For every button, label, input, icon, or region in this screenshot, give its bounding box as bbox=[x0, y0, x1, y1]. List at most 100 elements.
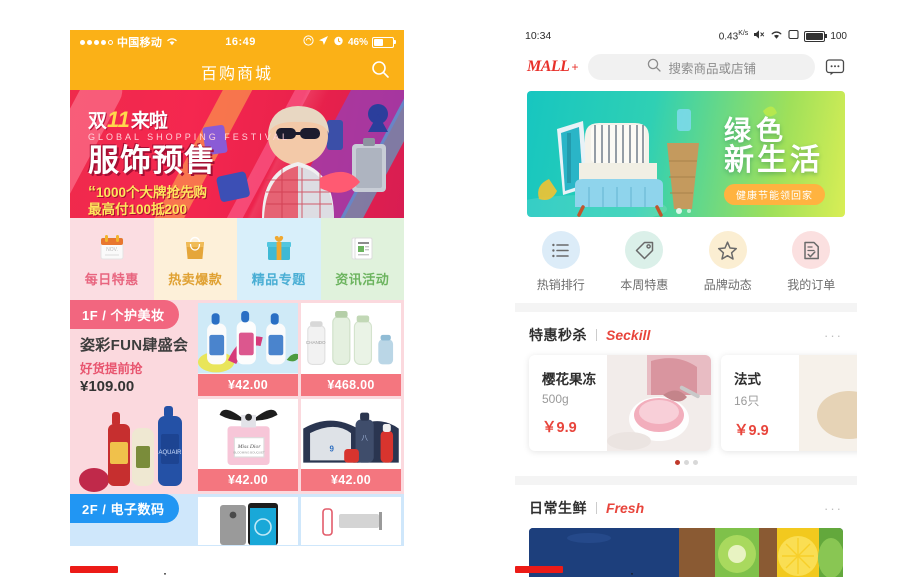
status-icons-group: 0.43K/s 100 bbox=[719, 29, 847, 43]
rotation-lock-icon bbox=[303, 35, 314, 49]
category-label: 精品专题 bbox=[251, 271, 306, 287]
product-price: ¥42.00 bbox=[301, 469, 401, 491]
left-phone-screen: 中国移动 16:49 46% 百购商城 双 11 来啦 GLOBAL SHOPP… bbox=[70, 30, 404, 577]
banner-line-2: 新生活 bbox=[724, 144, 823, 178]
promo-line-2: 最高付100抵200 bbox=[88, 202, 188, 218]
product-card-info: 法式 16只 ￥9.9 bbox=[721, 355, 799, 451]
shopping-bag-icon bbox=[186, 236, 205, 259]
banner-promo-text: “1000个大牌抢先购 最高付100抵200 GO ” bbox=[88, 184, 290, 218]
promo-banner[interactable]: 绿色 新生活 健康节能领回家 bbox=[527, 91, 845, 217]
section-title-divider bbox=[596, 502, 597, 514]
banner-badge-cn2: 来啦 bbox=[130, 111, 168, 132]
floor-2-tag: 2F / 电子数码 bbox=[70, 494, 179, 523]
svg-text:BLOOMING BOUQUET: BLOOMING BOUQUET bbox=[234, 450, 265, 454]
gift-icon bbox=[266, 235, 291, 260]
svg-text:9: 9 bbox=[329, 444, 334, 453]
product-cell[interactable] bbox=[301, 497, 401, 545]
product-cell[interactable] bbox=[198, 497, 298, 545]
banner-headline: 服饰预售 bbox=[88, 143, 216, 178]
category-label: 资讯活动 bbox=[335, 271, 390, 287]
carrier-label: 中国移动 bbox=[117, 37, 163, 49]
quicknav-label: 本周特惠 bbox=[620, 278, 669, 292]
star-icon bbox=[708, 231, 747, 269]
svg-text:八: 八 bbox=[361, 434, 368, 441]
logo-plus: + bbox=[571, 60, 579, 74]
quicknav-item-my-orders[interactable]: 我的订单 bbox=[770, 231, 854, 293]
product-card[interactable]: 樱花果冻 500g ￥9.9 bbox=[529, 355, 711, 451]
section-divider bbox=[515, 303, 857, 312]
product-image: 9 八 bbox=[301, 398, 401, 469]
category-tile-featured[interactable]: 精品专题 bbox=[237, 218, 321, 300]
floor-1-product-grid: ¥42.00 CHANDO ¥468.00 Miss Dior BLOOMING… bbox=[198, 300, 404, 494]
android-status-bar: 10:34 0.43K/s 100 bbox=[515, 25, 857, 47]
carousel-dot[interactable] bbox=[683, 460, 689, 465]
promo-line-1: 1000个大牌抢先购 bbox=[96, 184, 208, 200]
quicknav-label: 热销排行 bbox=[536, 278, 585, 292]
svg-text:Miss Dior: Miss Dior bbox=[237, 443, 262, 449]
product-cell[interactable]: CHANDO ¥468.00 bbox=[301, 303, 401, 396]
banner-line-1: 绿色 bbox=[724, 116, 788, 146]
quicknav-item-ranking[interactable]: 热销排行 bbox=[519, 231, 603, 293]
floor-2-product-grid bbox=[198, 494, 404, 546]
search-input[interactable]: 搜索商品或店铺 bbox=[588, 54, 815, 80]
product-image bbox=[220, 503, 278, 545]
alarm-icon bbox=[333, 35, 344, 49]
right-phone-screen: 10:34 0.43K/s 100 MALL + 搜索商品或店铺 绿色 新生活 … bbox=[515, 25, 857, 577]
location-arrow-icon bbox=[318, 35, 329, 49]
product-image bbox=[799, 355, 857, 451]
section-title-en: Fresh bbox=[606, 500, 645, 516]
list-ranking-icon bbox=[541, 231, 580, 269]
product-image bbox=[607, 355, 711, 451]
wifi-icon bbox=[166, 36, 178, 49]
quicknav-item-brand-news[interactable]: 品牌动态 bbox=[686, 231, 770, 293]
quicknav-label: 我的订单 bbox=[787, 278, 836, 292]
product-spec: 16只 bbox=[734, 394, 760, 408]
product-image: CHANDO bbox=[301, 303, 401, 374]
carousel-dot-active[interactable] bbox=[674, 460, 680, 465]
ios-status-bar: 中国移动 16:49 46% bbox=[70, 30, 404, 54]
caption-text-left: 、 、 . ：， 、 ， bbox=[128, 571, 207, 577]
banner-badge-subtitle: GLOBAL SHOPPING FESTIVAL bbox=[88, 132, 291, 142]
carousel-dot[interactable] bbox=[692, 460, 698, 465]
svg-text:NOV.: NOV. bbox=[106, 247, 118, 253]
section-more-button[interactable]: ··· bbox=[824, 328, 843, 343]
floor-1-promo[interactable]: 姿彩FUN肆盛会 好货提前抢 ¥109.00 AQUAIR bbox=[70, 300, 198, 494]
floor-section-1: 1F / 个护美妆 姿彩FUN肆盛会 好货提前抢 ¥109.00 AQUAIR bbox=[70, 300, 404, 494]
search-icon[interactable] bbox=[371, 60, 390, 84]
category-tile-news[interactable]: 资讯活动 bbox=[320, 218, 404, 300]
product-image bbox=[322, 508, 382, 536]
product-price: ¥42.00 bbox=[198, 373, 298, 396]
battery-icon bbox=[804, 30, 828, 42]
product-name: 法式 bbox=[734, 372, 761, 387]
section-more-button[interactable]: ··· bbox=[824, 501, 843, 516]
carousel-dots[interactable] bbox=[515, 451, 857, 465]
product-card[interactable]: 法式 16只 ￥9.9 bbox=[721, 355, 857, 451]
category-tiles: NOV. 每日特惠 热卖爆款 精品专题 资讯活动 bbox=[70, 218, 404, 300]
category-tile-hot-sale[interactable]: 热卖爆款 bbox=[153, 218, 237, 300]
product-cell[interactable]: ¥42.00 bbox=[198, 303, 298, 396]
product-image: Miss Dior BLOOMING BOUQUET bbox=[198, 398, 298, 469]
floor-1-subtitle: 好货提前抢 bbox=[80, 362, 143, 376]
calendar-icon: NOV. bbox=[100, 234, 124, 259]
promo-banner[interactable]: 双 11 来啦 GLOBAL SHOPPING FESTIVAL 服饰预售 “1… bbox=[70, 90, 404, 218]
screenshot-stage: 中国移动 16:49 46% 百购商城 双 11 来啦 GLOBAL SHOPP… bbox=[0, 0, 916, 577]
product-cell[interactable]: 9 八 ¥42.00 bbox=[301, 398, 401, 491]
floor-1-title: 姿彩FUN肆盛会 bbox=[80, 337, 189, 354]
svg-text:CHANDO: CHANDO bbox=[306, 340, 326, 345]
signal-dots-icon bbox=[80, 39, 113, 45]
floor-section-2: 2F / 电子数码 bbox=[70, 494, 404, 546]
red-block-right bbox=[515, 566, 563, 573]
quicknav-label: 品牌动态 bbox=[703, 278, 752, 292]
product-image bbox=[198, 303, 298, 374]
product-name: 樱花果冻 bbox=[542, 372, 596, 387]
category-tile-daily-deals[interactable]: NOV. 每日特惠 bbox=[70, 218, 154, 300]
product-cell[interactable]: Miss Dior BLOOMING BOUQUET ¥42.00 bbox=[198, 398, 298, 491]
caption-text-right: 、 ， ， 、 ： bbox=[573, 571, 641, 577]
banner-text-block: 双 11 来啦 GLOBAL SHOPPING FESTIVAL 服饰预售 “1… bbox=[88, 106, 290, 218]
battery-percent-label: 46% bbox=[347, 36, 368, 48]
quicknav-item-weekly-deals[interactable]: 本周特惠 bbox=[603, 231, 687, 293]
app-logo[interactable]: MALL + bbox=[527, 58, 578, 76]
message-icon[interactable] bbox=[825, 58, 845, 76]
section-divider bbox=[515, 476, 857, 485]
fresh-section-header: 日常生鲜 Fresh ··· bbox=[515, 485, 857, 528]
